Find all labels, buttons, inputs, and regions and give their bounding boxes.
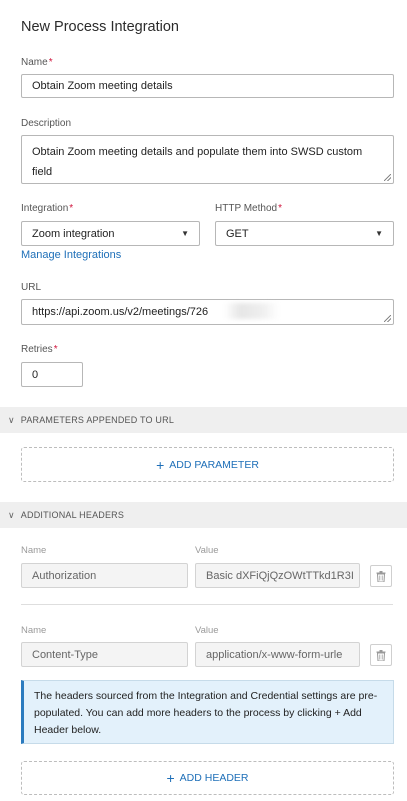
url-input[interactable]: https://api.zoom.us/v2/meetings/726 [21, 299, 394, 325]
integration-label: Integration* [21, 203, 74, 214]
divider [21, 604, 393, 605]
integration-select[interactable]: Zoom integration ▼ [21, 221, 200, 246]
delete-header-button[interactable] [370, 644, 392, 666]
add-header-button[interactable]: + ADD HEADER [21, 761, 394, 795]
retries-input[interactable]: 0 [21, 362, 83, 387]
add-parameter-button[interactable]: + ADD PARAMETER [21, 447, 394, 482]
plus-icon: + [166, 770, 175, 786]
redacted-region [224, 303, 279, 319]
resize-grip-icon[interactable] [384, 315, 391, 322]
header-name-col-label: Name [21, 545, 47, 556]
header-value-col-label: Value [195, 625, 219, 636]
header-value-field: Basic dXFiQjQzOWtTTkd1R3I [195, 563, 360, 588]
url-label: URL [21, 282, 42, 293]
header-name-field: Content-Type [21, 642, 188, 667]
header-value-col-label: Value [195, 545, 219, 556]
headers-info-message: The headers sourced from the Integration… [21, 680, 394, 744]
resize-grip-icon[interactable] [384, 174, 391, 181]
manage-integrations-link[interactable]: Manage Integrations [21, 249, 121, 261]
section-parameters-header[interactable]: ∨ PARAMETERS APPENDED TO URL [0, 407, 407, 433]
header-value-field: application/x-www-form-urle [195, 642, 360, 667]
header-name-col-label: Name [21, 625, 47, 636]
retries-label: Retries* [21, 344, 58, 355]
http-method-select[interactable]: GET ▼ [215, 221, 394, 246]
section-headers-header[interactable]: ∨ ADDITIONAL HEADERS [0, 502, 407, 528]
required-mark: * [48, 57, 53, 68]
caret-down-icon: ▼ [181, 229, 189, 238]
description-textarea[interactable]: Obtain Zoom meeting details and populate… [21, 135, 394, 184]
delete-header-button[interactable] [370, 565, 392, 587]
page-title: New Process Integration [21, 19, 179, 35]
chevron-down-icon: ∨ [8, 414, 15, 425]
chevron-down-icon: ∨ [8, 509, 15, 520]
header-name-field: Authorization [21, 563, 188, 588]
trash-icon [376, 649, 386, 661]
name-label: Name* [21, 57, 53, 68]
http-method-label: HTTP Method* [215, 203, 282, 214]
trash-icon [376, 570, 386, 582]
description-label: Description [21, 118, 72, 129]
plus-icon: + [156, 456, 165, 473]
name-input[interactable]: Obtain Zoom meeting details [21, 74, 394, 98]
caret-down-icon: ▼ [375, 229, 383, 238]
